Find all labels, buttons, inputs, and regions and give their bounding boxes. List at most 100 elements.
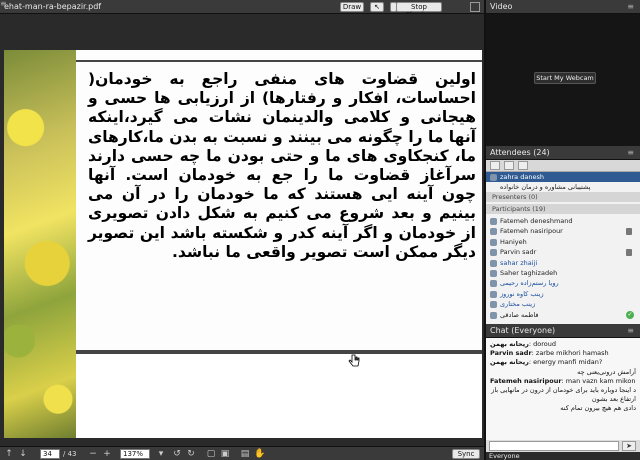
zoom-select[interactable]: 137% [120,449,150,459]
screen-icon[interactable]: ▣ [220,449,230,459]
participant-row[interactable]: Parvin sadr [486,247,640,257]
mic-icon [626,249,632,257]
pod-menu-icon[interactable]: ≡ [627,326,634,335]
chat-sender: ریحانه بهمن [490,358,529,367]
host-row[interactable]: zahra danesh [486,172,640,182]
zoom-out-icon[interactable]: − [88,449,98,459]
chat-title: Chat [490,326,509,335]
host-icon [490,174,497,181]
participant-name: Fatemeh deneshmand [500,217,573,225]
rotate-left-icon[interactable]: ↺ [172,449,182,459]
participant-name: زینب کاوه نوروز [500,289,544,298]
chat-pod: Chat (Everyone) ≡ ریحانه بهمن: doroud Par… [484,324,640,460]
participant-row[interactable]: sahar zhaiji [486,258,640,268]
person-icon [490,311,497,319]
pod-menu-icon[interactable]: ≡ [627,148,634,157]
list-view-icon[interactable] [504,161,514,170]
chat-text: : doroud [528,340,557,348]
chat-text: دادی هم هیچ بیرون تمام کنه [560,404,636,413]
share-titlebar: ehat-man-ra-bepazir.pdf Draw ↖ Stop Shar… [0,0,484,19]
document-viewer: اولین قضاوت های منفی راجع به خودمان( احس… [0,14,484,446]
person-icon [490,301,497,309]
chat-message: ریحانه بهمن: energy manfi midan? [490,358,636,367]
video-pod: Video ≡ Start My Webcam [484,0,640,146]
chat-message: ریحانه بهمن: doroud [490,340,636,349]
presenters-section[interactable]: Presenters (0) [486,192,640,202]
chat-sender: Parvin sadr [490,349,532,358]
participant-row[interactable]: فاطمه صادقی ✓ [486,310,640,320]
send-icon[interactable]: ➤ [622,441,636,451]
participant-name: فاطمه صادقی [500,310,539,319]
participants-section[interactable]: Participants (19) [486,204,640,214]
chat-message: Fatemeh nasiripour: man vazn kam mikonam [490,377,636,386]
participant-name: Fatemeh nasiripour [500,227,563,236]
participant-name: Parvin sadr [500,248,537,257]
attendees-pod: Attendees (24) ≡ zahra danesh پشتیبانی م… [484,146,640,324]
video-title: Video [490,2,513,11]
presenters-label: Presenters (0) [492,193,538,201]
chat-message: آرامش درونی‌یعنی چه [490,368,636,377]
nav-down-icon[interactable]: ↓ [18,449,28,459]
person-icon [490,290,497,298]
participant-row[interactable]: زینب کاوه نوروز [486,289,640,299]
participant-row[interactable]: Saher taghizadeh [486,268,640,278]
person-icon [490,228,497,236]
participant-row[interactable]: Fatemeh nasiripour [486,226,640,236]
maximize-icon[interactable] [470,2,480,12]
participant-row[interactable]: Haniyeh [486,237,640,247]
participant-row[interactable]: Fatemeh deneshmand [486,216,640,226]
save-icon[interactable]: ▤ [240,449,250,459]
stop-sharing-button[interactable]: Stop Sharing [396,2,442,19]
page-number-input[interactable]: 34 [40,449,60,459]
attendees-toolbar [486,160,640,172]
chat-text: : energy manfi midan? [528,358,603,367]
chat-text: : zarbe mikhori hamash [531,349,609,358]
participant-row[interactable]: رویا رستم‌زاده رحیمی [486,278,640,288]
page-top-rule [76,60,482,62]
sync-button[interactable]: Sync [452,449,480,459]
grid-view-icon[interactable] [518,161,528,170]
participant-name: رویا رستم‌زاده رحیمی [500,279,559,288]
attendees-title: Attendees [490,148,531,157]
participant-name: Saher taghizadeh [500,269,558,277]
chat-messages: ریحانه بهمن: doroud Parvin sadr: zarbe mi… [486,339,640,439]
rotate-right-icon[interactable]: ↻ [186,449,196,459]
pod-menu-icon[interactable]: ≡ [627,2,634,11]
chat-input-row: ➤ [486,440,640,452]
attendees-count: (24) [533,148,550,157]
chat-input[interactable] [489,441,619,451]
chat-message: د اینجا دوباره باید برای خودمان از درون … [490,386,636,395]
participant-row[interactable]: زینب مختاری [486,299,640,309]
nav-up-icon[interactable]: ↑ [4,449,14,459]
host-name: zahra danesh [500,173,544,181]
decorative-art [4,50,76,438]
chat-message: دادی هم هیچ بیرون تمام کنه [490,404,636,413]
chat-titlebar: Chat (Everyone) ≡ [486,324,640,338]
person-icon [490,218,497,225]
chat-text: : man vazn kam mikonam [561,376,636,385]
zoom-in-icon[interactable]: + [102,449,112,459]
chat-tab-everyone[interactable]: Everyone [486,452,640,460]
draw-button[interactable]: Draw [340,2,364,12]
attendees-titlebar: Attendees (24) ≡ [486,146,640,160]
pointer-icon[interactable]: ↖ [370,2,384,12]
share-statusbar: ↑ ↓ 34 / 43 − + 137% ▾ ↺ ↻ ▢ ▣ ▤ ✋ Sync [0,446,484,460]
participant-name: sahar zhaiji [500,258,538,267]
person-icon [490,249,497,257]
mic-icon [626,228,632,236]
start-webcam-button[interactable]: Start My Webcam [534,72,596,84]
fit-icon[interactable]: ▾ [156,449,166,459]
chat-sender: ریحانه بهمن [490,340,529,348]
person-icon [490,270,497,277]
status-menu-icon[interactable] [490,161,500,170]
page-total: / 43 [63,450,77,458]
host-sub-row: پشتیبانی مشاوره و درمان خانواده [486,182,640,192]
chat-scope: (Everyone) [511,326,556,335]
chat-message: ارتفاع بعد بشون [490,395,636,404]
person-icon [490,280,497,288]
chat-text: د اینجا دوباره باید برای خودمان از درون … [490,386,636,395]
pan-icon[interactable]: ✋ [254,449,265,459]
host-role: پشتیبانی مشاوره و درمان خانواده [500,183,591,191]
fullscreen-icon[interactable]: ▢ [206,449,216,459]
person-icon [490,259,497,267]
